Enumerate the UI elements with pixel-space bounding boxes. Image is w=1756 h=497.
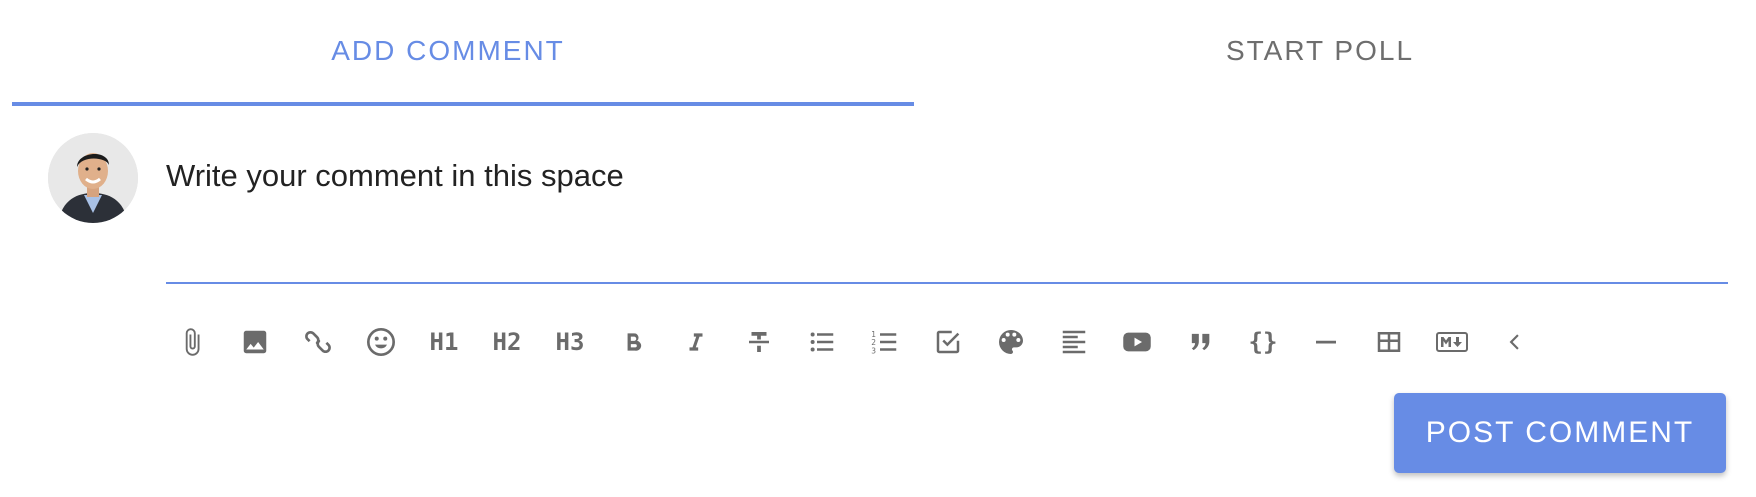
horizontal-rule-icon[interactable] [1300,316,1352,368]
table-icon[interactable] [1363,316,1415,368]
palette-icon[interactable] [985,316,1037,368]
formatting-toolbar: H1 H2 H3 123 {} [166,316,1552,368]
heading-3-button[interactable]: H3 [544,316,596,368]
numbered-list-icon[interactable]: 123 [859,316,911,368]
italic-icon[interactable] [670,316,722,368]
heading-2-button[interactable]: H2 [481,316,533,368]
tab-start-poll[interactable]: START POLL [884,0,1756,106]
emoji-icon[interactable] [355,316,407,368]
active-tab-indicator [12,102,914,106]
post-comment-button[interactable]: POST COMMENT [1394,393,1726,473]
attach-icon[interactable] [166,316,218,368]
bold-icon[interactable] [607,316,659,368]
heading-1-button[interactable]: H1 [418,316,470,368]
checkbox-icon[interactable] [922,316,974,368]
avatar [48,133,138,223]
strikethrough-icon[interactable] [733,316,785,368]
comment-placeholder: Write your comment in this space [166,158,624,193]
comment-tabs: ADD COMMENT START POLL [12,0,1756,106]
bulleted-list-icon[interactable] [796,316,848,368]
image-icon[interactable] [229,316,281,368]
youtube-icon[interactable] [1111,316,1163,368]
code-braces-icon[interactable]: {} [1237,316,1289,368]
link-icon[interactable] [292,316,344,368]
quote-icon[interactable] [1174,316,1226,368]
comment-editor[interactable]: Write your comment in this space [166,148,1728,284]
svg-text:3: 3 [871,346,876,355]
tab-add-comment[interactable]: ADD COMMENT [12,0,884,106]
chevron-left-icon[interactable] [1489,316,1541,368]
markdown-icon[interactable] [1426,316,1478,368]
align-left-icon[interactable] [1048,316,1100,368]
